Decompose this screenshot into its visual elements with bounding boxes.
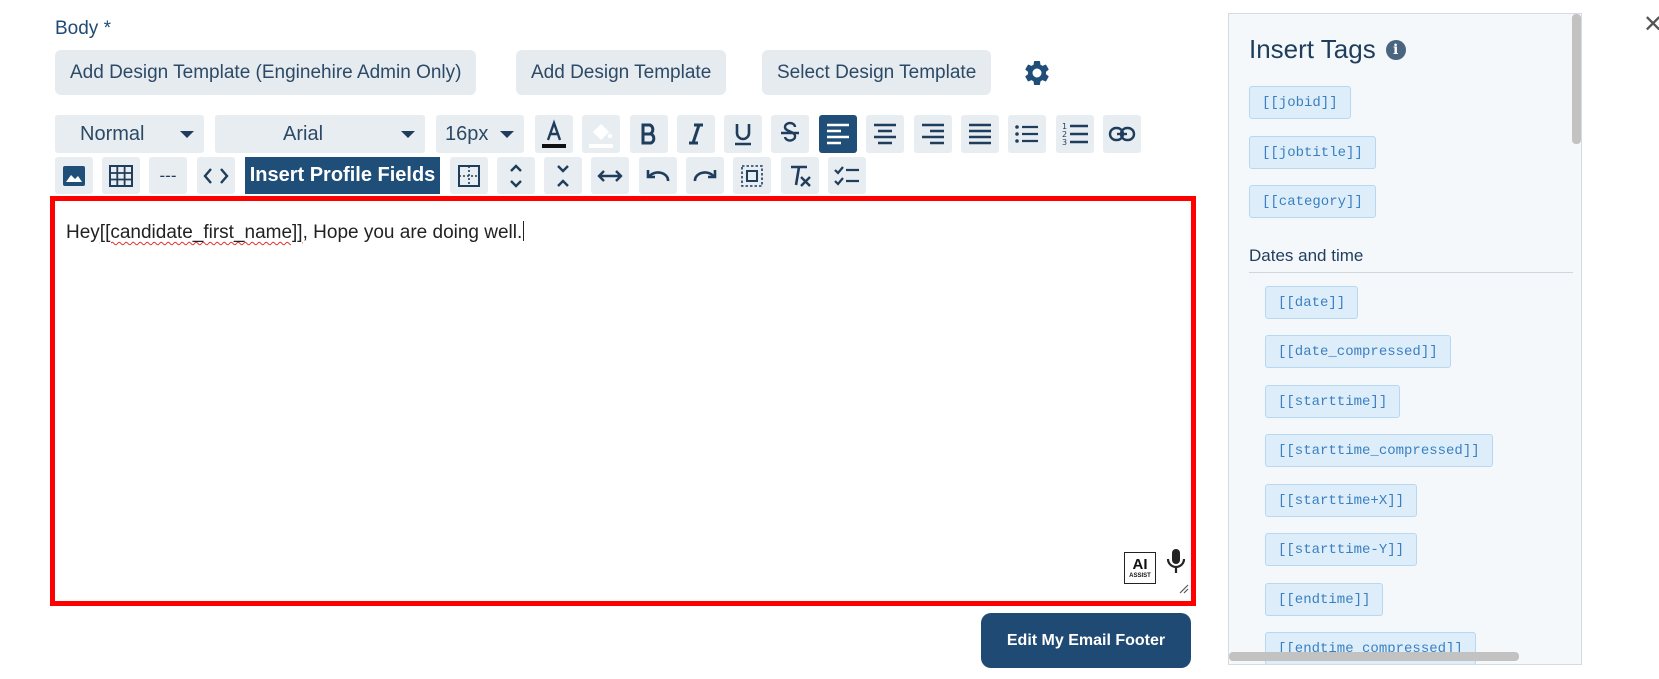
page-break-icon[interactable] <box>450 157 488 194</box>
ai-assist-label: AI <box>1132 556 1148 573</box>
image-icon[interactable] <box>55 157 93 194</box>
dates-section-heading: Dates and time <box>1249 246 1573 273</box>
insert-tags-title: Insert Tags <box>1249 34 1376 64</box>
editor-content[interactable]: Hey[[candidate_first_name]], Hope you ar… <box>66 221 525 244</box>
tag-date[interactable]: [[date]] <box>1265 286 1359 319</box>
font-select-value: Arial <box>283 122 324 145</box>
align-right-icon[interactable] <box>914 115 952 153</box>
tag-date-compressed[interactable]: [[date_compressed]] <box>1265 335 1451 368</box>
tags-horizontal-scrollbar[interactable] <box>1229 652 1519 661</box>
redo-icon[interactable] <box>686 157 724 194</box>
expand-horizontal-icon[interactable] <box>591 157 629 194</box>
svg-text:3: 3 <box>1062 138 1067 147</box>
align-justify-icon[interactable] <box>961 115 999 153</box>
add-design-template-button[interactable]: Add Design Template <box>516 50 727 95</box>
highlight-icon[interactable] <box>582 115 620 153</box>
divider-button[interactable]: --- <box>149 157 187 194</box>
table-icon[interactable] <box>102 157 140 194</box>
tag-starttime-compressed[interactable]: [[starttime_compressed]] <box>1265 434 1493 467</box>
expand-vertical-icon[interactable] <box>497 157 535 194</box>
checklist-icon[interactable] <box>828 157 866 194</box>
tag-category[interactable]: [[category]] <box>1249 185 1376 218</box>
tag-endtime[interactable]: [[endtime]] <box>1265 583 1384 616</box>
font-color-icon[interactable] <box>535 115 573 153</box>
font-size-select[interactable]: 16px <box>436 115 524 153</box>
close-icon[interactable]: ✕ <box>1643 10 1659 39</box>
align-center-icon[interactable] <box>866 115 904 153</box>
underline-icon[interactable] <box>724 115 762 153</box>
link-icon[interactable] <box>1103 115 1141 153</box>
bold-icon[interactable] <box>630 115 668 153</box>
candidate-name-tag-text: [[candidate_first_name]] <box>99 222 303 243</box>
font-size-value: 16px <box>445 122 489 145</box>
italic-icon[interactable] <box>677 115 715 153</box>
ai-assist-button[interactable]: AI ASSIST <box>1124 552 1156 584</box>
insert-tags-heading: Insert Tags i <box>1249 34 1406 65</box>
chevron-down-icon <box>500 131 514 138</box>
bullet-list-icon[interactable] <box>1008 115 1046 153</box>
insert-profile-fields-button[interactable]: Insert Profile Fields <box>245 157 440 194</box>
editor-text-after: , Hope you are doing well. <box>302 222 523 243</box>
vertical-scroll-thumb[interactable] <box>1572 14 1581 144</box>
edit-email-footer-button[interactable]: Edit My Email Footer <box>981 613 1191 668</box>
select-all-icon[interactable] <box>733 157 771 194</box>
resize-handle[interactable] <box>1179 581 1189 599</box>
body-label: Body * <box>55 18 111 39</box>
email-body-editor[interactable]: Hey[[candidate_first_name]], Hope you ar… <box>50 196 1196 606</box>
ai-assist-sublabel: ASSIST <box>1129 573 1151 579</box>
chevron-down-icon <box>180 131 194 138</box>
editor-text-before: Hey <box>66 222 100 243</box>
microphone-icon[interactable] <box>1165 547 1187 580</box>
chevron-down-icon <box>401 131 415 138</box>
add-design-template-admin-button[interactable]: Add Design Template (Enginehire Admin On… <box>55 50 477 95</box>
tag-starttime-minus-y[interactable]: [[starttime-Y]] <box>1265 533 1418 566</box>
tags-vertical-scrollbar[interactable] <box>1572 14 1581 664</box>
strikethrough-icon[interactable] <box>771 115 809 153</box>
gear-icon[interactable] <box>1022 58 1052 88</box>
code-icon[interactable] <box>197 157 235 194</box>
align-left-icon[interactable] <box>819 115 857 153</box>
tag-jobid[interactable]: [[jobid]] <box>1249 86 1351 119</box>
numbered-list-icon[interactable]: 123 <box>1056 115 1094 153</box>
collapse-vertical-icon[interactable] <box>544 157 582 194</box>
undo-icon[interactable] <box>639 157 677 194</box>
style-select-value: Normal <box>80 122 145 145</box>
info-icon[interactable]: i <box>1385 39 1406 60</box>
select-design-template-button[interactable]: Select Design Template <box>762 50 992 95</box>
text-cursor <box>523 221 525 241</box>
tag-starttime-plus-x[interactable]: [[starttime+X]] <box>1265 484 1418 517</box>
tag-starttime[interactable]: [[starttime]] <box>1265 385 1401 418</box>
clear-format-icon[interactable] <box>781 157 819 194</box>
insert-tags-panel: Insert Tags i [[jobid]] [[jobtitle]] [[c… <box>1228 13 1582 665</box>
style-select[interactable]: Normal <box>55 115 204 153</box>
tag-jobtitle[interactable]: [[jobtitle]] <box>1249 136 1376 169</box>
font-select[interactable]: Arial <box>215 115 425 153</box>
